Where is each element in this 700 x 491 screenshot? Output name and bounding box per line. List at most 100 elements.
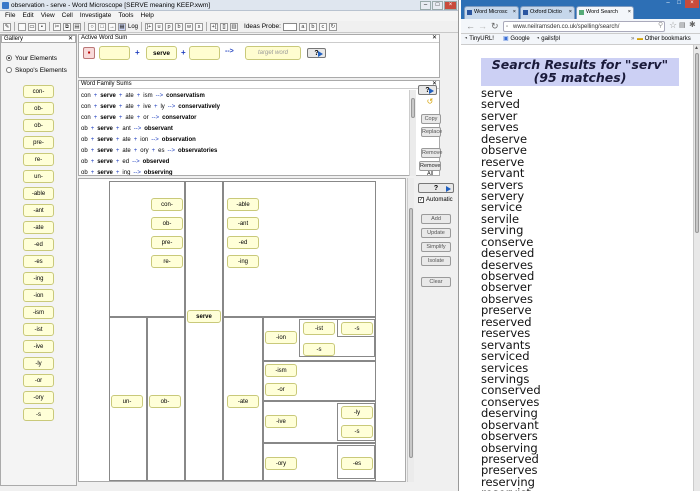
matrix-help-button[interactable]: ? [418, 183, 454, 193]
matrix-prefix-chip[interactable]: pre- [151, 236, 183, 249]
gallery-element-chip[interactable]: -ing [23, 272, 54, 285]
update-button[interactable]: Update [421, 228, 451, 238]
gallery-element-chip[interactable]: un- [23, 170, 54, 183]
word-sum-row[interactable]: con + serve + ate + ism --> conservatism [81, 91, 407, 102]
grid-icon[interactable]: ▦ [118, 22, 126, 31]
word-sum-list[interactable]: con + serve + ate + ism --> conservatism con + serv… [81, 91, 407, 175]
gallery-element-chip[interactable]: -ly [23, 357, 54, 370]
word-sum-row[interactable]: ob + serve + ant --> observant [81, 124, 407, 135]
matrix-prefix-chip[interactable]: re- [151, 255, 183, 268]
gallery-element-chip[interactable]: -es [23, 255, 54, 268]
bookmark-tinyurl[interactable]: ◔ TinyURL! [464, 34, 494, 45]
new-file-icon[interactable] [18, 22, 26, 31]
clear-sum-button[interactable]: ▪ [83, 47, 95, 59]
gallery-element-chip[interactable]: -ism [23, 306, 54, 319]
remove-button[interactable]: Remove [421, 148, 442, 158]
menu-file[interactable]: File [5, 11, 15, 21]
remove-all-button[interactable]: Remove All [419, 161, 441, 177]
tab-word-microscope[interactable]: Word Microsc × [464, 6, 519, 19]
wrench-icon[interactable]: ✱ [689, 20, 696, 29]
matrix-chip-es[interactable]: -es [341, 457, 373, 470]
gallery-scrollbar[interactable] [71, 85, 76, 485]
matrix-chip-s3[interactable]: -s [341, 425, 373, 438]
circle-icon[interactable]: ○ [88, 22, 96, 31]
bookmark-gailsfpl[interactable]: ◔ gailsfpl [536, 34, 560, 45]
log-label[interactable]: Log [128, 24, 138, 30]
page-scrollbar[interactable]: ▲ [693, 45, 700, 491]
search-icon[interactable]: ⚲ [658, 21, 663, 29]
close-button[interactable]: × [444, 1, 457, 10]
word-sum-row[interactable]: ob + serve + ate + ory + es --> observatories [81, 146, 407, 157]
matrix-chip-s2[interactable]: -s [303, 343, 335, 356]
brackets-icon[interactable]: [] [220, 22, 229, 31]
tab-oxford-dictionary[interactable]: Oxford Dictio × [520, 6, 575, 19]
matrix-chip-s1[interactable]: -s [341, 322, 373, 335]
u-icon[interactable]: u [155, 22, 164, 31]
aws-close-icon[interactable]: ✕ [432, 35, 437, 42]
gallery-element-chip[interactable]: -ist [23, 323, 54, 336]
menu-cell[interactable]: Cell [62, 11, 73, 21]
simplify-button[interactable]: Simplify [421, 242, 451, 252]
gallery-element-chip[interactable]: -ive [23, 340, 54, 353]
browser-close-button[interactable]: × [685, 0, 699, 8]
gallery-element-chip[interactable]: -s [23, 408, 54, 421]
matrix-scrollbar[interactable] [407, 178, 414, 482]
page-scroll-thumb[interactable] [695, 53, 699, 233]
tab-close-icon[interactable]: × [513, 7, 516, 18]
matrix-chip-ive[interactable]: -ive [265, 415, 297, 428]
gallery-element-chip[interactable]: -ate [23, 221, 54, 234]
matrix-chip-ly[interactable]: -ly [341, 406, 373, 419]
matrix-chip-ate[interactable]: -ate [227, 395, 259, 408]
matrix-chip-ory[interactable]: -ory [265, 457, 297, 470]
bookmark-star-icon[interactable]: ☆ [669, 20, 677, 31]
gallery-element-chip[interactable]: -ion [23, 289, 54, 302]
menu-view[interactable]: View [41, 11, 55, 21]
copy-icon[interactable]: ⧉ [63, 22, 71, 31]
minimize-button[interactable]: – [420, 1, 431, 10]
word-sum-row[interactable]: con + serve + ate + or --> conservator [81, 113, 407, 124]
radio-your-elements[interactable]: Your Elements [6, 52, 76, 64]
arrow-icon[interactable]: → [108, 22, 116, 31]
tab-word-search[interactable]: Word Search × [576, 6, 634, 19]
bold-b-icon[interactable]: b [175, 22, 184, 31]
plus-bracket-icon[interactable]: +[ [210, 22, 219, 31]
matrix-chip-ob[interactable]: ob- [149, 395, 181, 408]
gallery-element-chip[interactable]: -ant [23, 204, 54, 217]
automatic-checkbox[interactable]: ✓ Automatic [418, 197, 453, 203]
matrix-prefix-chip[interactable]: con- [151, 198, 183, 211]
target-word-field[interactable]: target word [245, 46, 301, 60]
maximize-button[interactable]: □ [432, 1, 443, 10]
other-bookmarks[interactable]: ▬ Other bookmarks [637, 34, 691, 45]
browser-maximize-button[interactable]: □ [674, 0, 684, 8]
word-sum-row[interactable]: ob + serve + ing --> observing [81, 168, 407, 175]
radio-skopo-elements[interactable]: Skopo's Elements [6, 64, 76, 76]
word-sum-scrollbar[interactable] [409, 90, 416, 176]
gallery-element-chip[interactable]: con- [23, 85, 54, 98]
help-play-button[interactable]: ? [307, 48, 326, 58]
replace-button[interactable]: Replace [421, 127, 442, 137]
matrix-scroll-thumb[interactable] [409, 208, 413, 458]
add-button[interactable]: Add [421, 214, 451, 224]
bracket-plus-icon[interactable]: ]+ [145, 22, 154, 31]
page-menu-icon[interactable]: ▤ [679, 21, 686, 29]
reload-icon[interactable]: ↻ [491, 21, 499, 32]
copy-button[interactable]: Copy [421, 114, 441, 124]
gallery-element-chip[interactable]: re- [23, 153, 54, 166]
scroll-thumb[interactable] [411, 98, 415, 118]
menu-help[interactable]: Help [141, 11, 154, 21]
matrix-chip-ion[interactable]: -ion [265, 331, 297, 344]
w-icon[interactable]: w [185, 22, 194, 31]
ideas-c-icon[interactable]: c [318, 22, 327, 31]
gallery-close-icon[interactable]: ✕ [68, 36, 73, 43]
prefix-slot[interactable] [99, 46, 130, 60]
tab-close-icon[interactable]: × [628, 7, 631, 18]
url-field[interactable]: ▫ www.neilramsden.co.uk/spelling/search/ [503, 21, 665, 32]
gallery-element-chip[interactable]: -or [23, 374, 54, 387]
word-sum-row[interactable]: ob + serve + ed --> observed [81, 157, 407, 168]
trash-icon[interactable]: ▥ [230, 22, 239, 31]
s-icon[interactable]: s [195, 22, 204, 31]
undo-icon[interactable]: ↺ [425, 98, 435, 108]
cut-icon[interactable]: ✂ [53, 22, 61, 31]
word-matrix-canvas[interactable]: con-ob-pre-re- -able -ant -ed -ing serve un… [78, 178, 406, 482]
ideas-a-icon[interactable]: a [298, 22, 307, 31]
